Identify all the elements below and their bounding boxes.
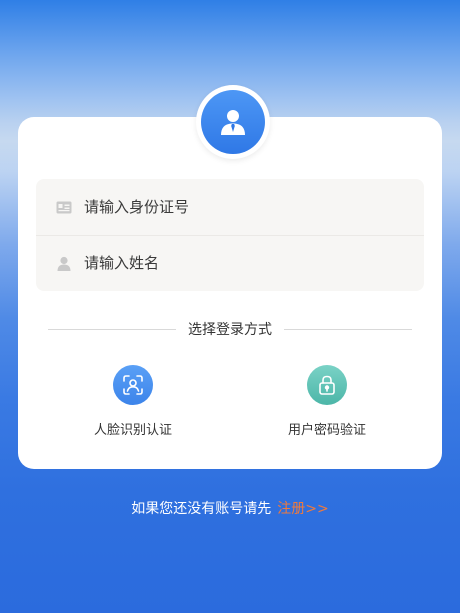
divider-line-right [284, 328, 412, 330]
register-prompt: 如果您还没有账号请先 注册>> [0, 498, 460, 518]
register-link[interactable]: 注册>> [277, 501, 328, 517]
name-field[interactable] [36, 235, 424, 291]
password-login-label: 用户密码验证 [287, 423, 366, 438]
face-recognition-button[interactable]: 人脸识别认证 [73, 365, 193, 438]
name-input[interactable] [84, 254, 384, 272]
id-number-input[interactable] [84, 198, 384, 216]
login-method-divider: 选择登录方式 [48, 317, 412, 341]
face-scan-icon [113, 365, 153, 405]
divider-line-left [48, 328, 176, 330]
password-login-button[interactable]: 用户密码验证 [267, 365, 387, 438]
user-avatar-icon [201, 90, 265, 154]
avatar [196, 85, 270, 159]
id-card-icon [56, 199, 72, 215]
lock-icon [307, 365, 347, 405]
login-card: 选择登录方式 人脸识别认证 用户密码验证 [18, 117, 442, 469]
register-prompt-text: 如果您还没有账号请先 [131, 501, 272, 517]
person-icon [56, 255, 72, 271]
login-method-title: 选择登录方式 [188, 322, 272, 338]
face-recognition-label: 人脸识别认证 [93, 423, 172, 438]
id-number-field[interactable] [36, 179, 424, 235]
login-form [36, 179, 424, 291]
